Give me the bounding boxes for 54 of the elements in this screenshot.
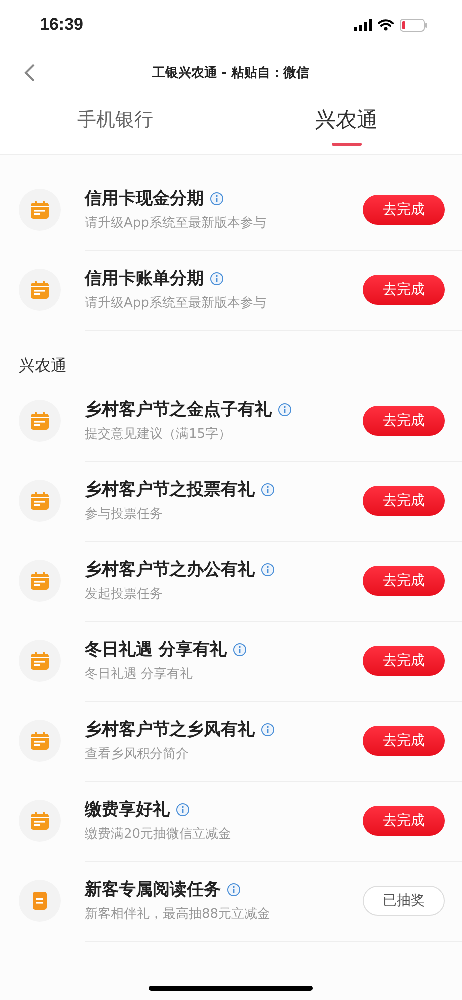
battery-icon — [400, 18, 428, 32]
document-icon — [19, 880, 61, 922]
task-title: 冬日礼遇 分享有礼 — [85, 639, 227, 661]
task-title: 乡村客户节之办公有礼 — [85, 559, 255, 581]
task-title: 乡村客户节之乡风有礼 — [85, 719, 255, 741]
complete-button[interactable]: 去完成 — [363, 566, 445, 596]
tab[interactable]: 手机银行 — [0, 96, 231, 154]
task-description: 缴费满20元抽微信立减金 — [85, 826, 233, 843]
info-icon[interactable] — [232, 642, 247, 656]
calendar-icon — [19, 800, 61, 842]
complete-button[interactable]: 去完成 — [363, 406, 445, 436]
task-description: 新客相伴礼，最高抽88元立减金 — [85, 906, 272, 923]
info-icon[interactable] — [261, 562, 275, 576]
task-description: 查看乡风积分简介 — [85, 746, 190, 763]
info-icon[interactable] — [278, 402, 292, 416]
calendar-icon — [19, 400, 61, 442]
signal-icon — [354, 19, 372, 31]
calendar-icon — [19, 640, 61, 682]
complete-button[interactable]: 去完成 — [363, 275, 445, 305]
complete-button[interactable]: 去完成 — [363, 806, 445, 836]
info-icon[interactable] — [261, 482, 275, 496]
calendar-icon — [19, 269, 61, 311]
info-icon[interactable] — [210, 272, 224, 286]
task-description: 提交意见建议（满15字） — [85, 426, 233, 443]
info-icon[interactable] — [227, 882, 241, 896]
info-icon[interactable] — [176, 802, 190, 816]
task-title: 缴费享好礼 — [85, 799, 170, 821]
task-title: 乡村客户节之金点子有礼 — [85, 399, 272, 421]
task-title: 乡村客户节之投票有礼 — [85, 479, 255, 501]
info-icon[interactable] — [210, 192, 224, 206]
calendar-icon — [19, 560, 61, 602]
complete-button[interactable]: 去完成 — [363, 646, 445, 676]
complete-button[interactable]: 去完成 — [363, 195, 445, 225]
tab[interactable]: 兴农通 — [231, 96, 462, 154]
page-title: 工银兴农通 - 粘贴自：微信 — [152, 64, 310, 82]
calendar-icon — [19, 189, 61, 231]
calendar-icon — [19, 720, 61, 762]
claimed-button[interactable]: 已抽奖 — [363, 886, 445, 916]
complete-button[interactable]: 去完成 — [363, 486, 445, 516]
task-description: 请升级App系统至最新版本参与 — [85, 215, 268, 232]
task-description: 参与投票任务 — [85, 506, 164, 523]
back-icon[interactable] — [24, 63, 36, 83]
section-heading: 兴农通 — [18, 355, 68, 377]
task-description: 冬日礼遇 分享有礼 — [85, 666, 194, 683]
status-time: 16:39 — [40, 15, 84, 35]
wifi-icon — [378, 19, 394, 31]
info-icon[interactable] — [261, 722, 275, 736]
task-description: 发起投票任务 — [85, 586, 164, 603]
task-title: 信用卡账单分期 — [85, 268, 204, 290]
calendar-icon — [19, 480, 61, 522]
task-description: 请升级App系统至最新版本参与 — [85, 295, 268, 312]
task-title: 新客专属阅读任务 — [85, 879, 221, 901]
complete-button[interactable]: 去完成 — [363, 726, 445, 756]
task-title: 信用卡现金分期 — [85, 188, 204, 210]
